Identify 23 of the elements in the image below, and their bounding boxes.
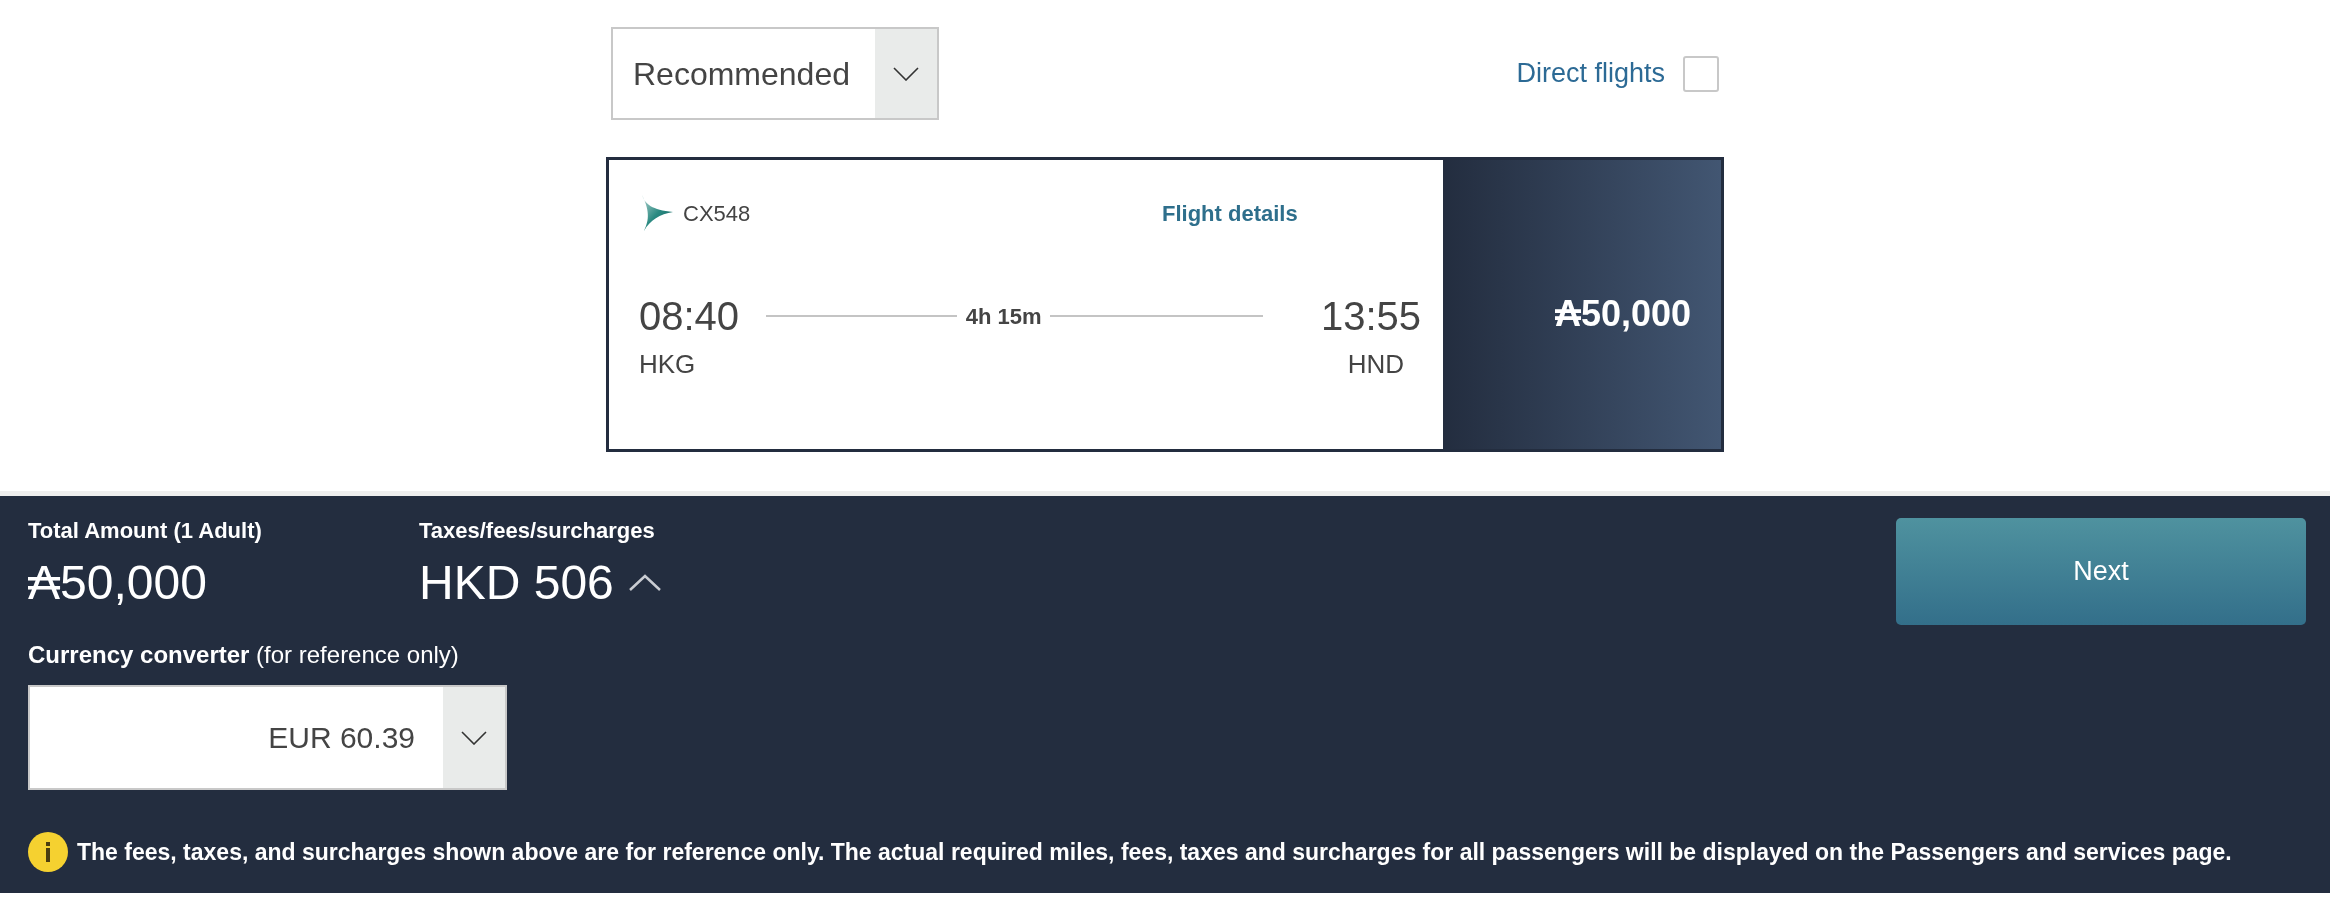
checkbox-label[interactable]: Direct flights xyxy=(1516,53,1665,94)
currency-converter-label: Currency converter (for reference only) xyxy=(28,641,459,669)
chevron-down-icon xyxy=(893,66,919,81)
currency-dropdown[interactable]: EUR 60.39 xyxy=(28,685,507,790)
price-button[interactable]: ₳50,000 xyxy=(1443,160,1721,449)
chevron-up-icon[interactable] xyxy=(627,574,662,592)
departure-time: 08:40 xyxy=(639,293,740,340)
notice-text: The fees, taxes, and surcharges shown above are for reference only. The actual required miles, fees, taxes and surcharges for all passengers will be displayed on the Passengers and services page. xyxy=(77,838,2232,866)
total-amount-label: Total Amount (1 Adult) xyxy=(28,517,262,545)
flight-duration: 4h 15m xyxy=(964,302,1043,331)
arrival-airport: HND xyxy=(1347,349,1404,379)
chevron-down-icon xyxy=(461,730,487,745)
next-button[interactable]: Next xyxy=(1896,518,2306,625)
flight-number: CX548 xyxy=(683,199,751,228)
info-icon xyxy=(28,832,68,872)
direct-flights-checkbox[interactable] xyxy=(1683,55,1719,92)
departure-airport: HKG xyxy=(639,349,696,379)
arrival-time: 13:55 xyxy=(1320,293,1421,340)
sort-dropdown[interactable]: Recommended xyxy=(611,27,939,120)
taxes-value: HKD 506 xyxy=(419,555,614,611)
total-amount-value: ₳50,000 xyxy=(28,555,207,611)
flight-details-link[interactable]: Flight details xyxy=(1162,196,1298,230)
taxes-label: Taxes/fees/surcharges xyxy=(419,517,655,545)
